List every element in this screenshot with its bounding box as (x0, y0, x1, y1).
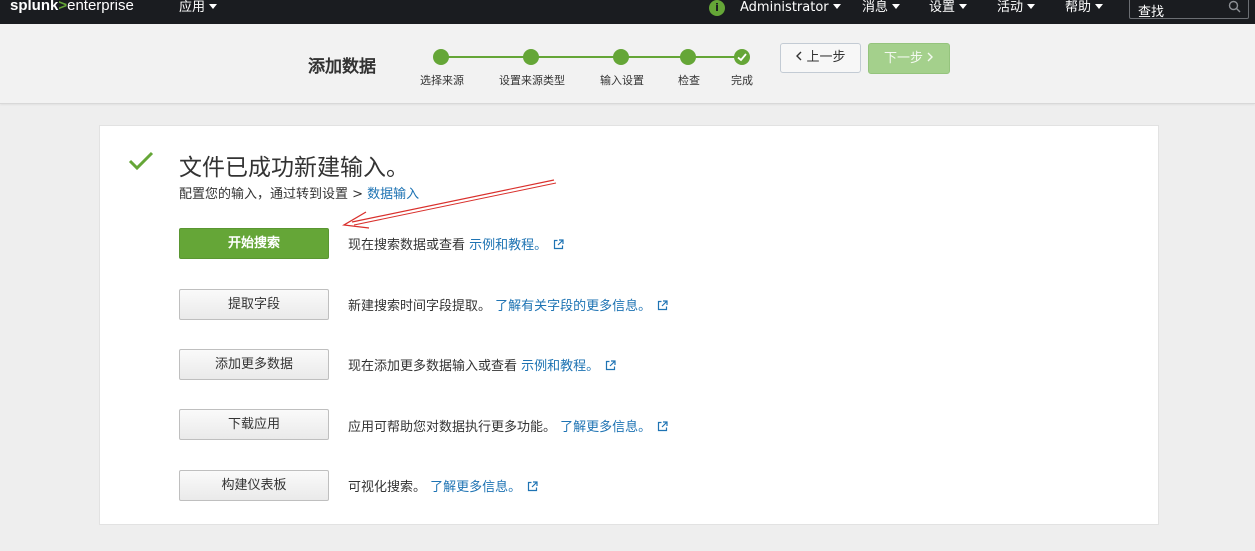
step-label-1: 选择来源 (420, 74, 464, 87)
apps-info-link[interactable]: 了解更多信息。 (560, 420, 651, 435)
extract-fields-description: 新建搜索时间字段提取。 了解有关字段的更多信息。 (348, 295, 668, 314)
apps-menu[interactable]: 应用 (179, 0, 218, 24)
prev-step-button[interactable]: 上一步 (780, 43, 861, 73)
step-label-2: 设置来源类型 (499, 74, 565, 87)
external-link-icon[interactable] (553, 239, 564, 250)
page-title: 添加数据 (308, 57, 376, 77)
activity-menu-label: 活动 (997, 0, 1024, 15)
download-apps-description: 应用可帮助您对数据执行更多功能。 了解更多信息。 (348, 416, 668, 435)
start-search-description: 现在搜索数据或查看 示例和教程。 (348, 234, 564, 253)
apps-menu-label: 应用 (179, 0, 206, 15)
settings-menu[interactable]: 设置 (929, 0, 968, 24)
chevron-down-icon (1027, 4, 1036, 9)
chevron-down-icon (832, 4, 841, 9)
logo-text-enterprise: enterprise (67, 0, 134, 14)
add-more-data-description: 现在添加更多数据输入或查看 示例和教程。 (348, 355, 616, 374)
external-link-icon[interactable] (605, 360, 616, 371)
help-menu-label: 帮助 (1065, 0, 1092, 15)
external-link-icon[interactable] (657, 300, 668, 311)
prev-step-label: 上一步 (806, 50, 846, 65)
search-input[interactable]: 查找 (1129, 0, 1249, 20)
activity-menu[interactable]: 活动 (997, 0, 1036, 24)
examples-tutorials-link-2[interactable]: 示例和教程。 (521, 359, 599, 374)
success-title: 文件已成功新建输入。 (179, 155, 409, 181)
user-menu-label: Administrator (740, 0, 829, 15)
config-hint-text: 配置您的输入，通过转到设置 > (179, 187, 364, 202)
step-dot-3 (613, 49, 629, 65)
step-label-3: 输入设置 (600, 74, 644, 87)
build-dashboard-text: 可视化搜索。 (348, 480, 427, 495)
add-more-data-button[interactable]: 添加更多数据 (179, 349, 329, 380)
success-checkmark-icon (128, 151, 154, 171)
chevron-left-icon (796, 51, 802, 61)
dashboard-info-link[interactable]: 了解更多信息。 (430, 480, 521, 495)
splunk-logo[interactable]: splunk>enterprise (10, 0, 134, 14)
step-label-4: 检查 (678, 74, 700, 87)
download-apps-text: 应用可帮助您对数据执行更多功能。 (348, 420, 557, 435)
chevron-down-icon (1095, 4, 1104, 9)
add-more-data-text: 现在添加更多数据输入或查看 (348, 359, 518, 374)
messages-menu-label: 消息 (862, 0, 889, 15)
settings-menu-label: 设置 (929, 0, 956, 15)
external-link-icon[interactable] (527, 481, 538, 492)
logo-text-splunk: splunk (10, 0, 59, 14)
start-search-button[interactable]: 开始搜索 (179, 228, 329, 259)
chevron-down-icon (892, 4, 901, 9)
step-dot-4 (680, 49, 696, 65)
help-menu[interactable]: 帮助 (1065, 0, 1104, 24)
build-dashboard-button[interactable]: 构建仪表板 (179, 470, 329, 501)
step-progress-line (441, 56, 742, 58)
search-icon (1228, 0, 1241, 13)
data-inputs-link[interactable]: 数据输入 (367, 187, 419, 202)
download-apps-button[interactable]: 下载应用 (179, 409, 329, 440)
chevron-down-icon (209, 4, 218, 9)
config-hint: 配置您的输入，通过转到设置 > 数据输入 (179, 183, 419, 202)
wizard-header: 添加数据 选择来源 设置来源类型 输入设置 检查 完成 上一步 下一步 (0, 24, 1255, 104)
top-nav: splunk>enterprise 应用 i Administrator 消息 … (0, 0, 1255, 24)
step-label-5: 完成 (731, 74, 753, 87)
chevron-down-icon (959, 4, 968, 9)
external-link-icon[interactable] (657, 421, 668, 432)
logo-chevron: > (58, 0, 68, 14)
extract-fields-text: 新建搜索时间字段提取。 (348, 299, 492, 314)
next-step-button[interactable]: 下一步 (868, 43, 950, 74)
chevron-right-icon (927, 52, 933, 62)
user-menu[interactable]: Administrator (740, 0, 841, 24)
step-dot-1 (433, 49, 449, 65)
search-input-placeholder: 查找 (1138, 5, 1165, 20)
messages-menu[interactable]: 消息 (862, 0, 901, 24)
fields-info-link[interactable]: 了解有关字段的更多信息。 (495, 299, 651, 314)
next-step-label: 下一步 (883, 51, 923, 66)
start-search-text: 现在搜索数据或查看 (348, 238, 466, 253)
examples-tutorials-link[interactable]: 示例和教程。 (469, 238, 547, 253)
step-dot-5-complete (734, 49, 750, 65)
checkmark-icon (737, 53, 747, 62)
extract-fields-button[interactable]: 提取字段 (179, 289, 329, 320)
build-dashboard-description: 可视化搜索。 了解更多信息。 (348, 476, 538, 495)
step-dot-2 (523, 49, 539, 65)
info-icon[interactable]: i (709, 0, 725, 16)
